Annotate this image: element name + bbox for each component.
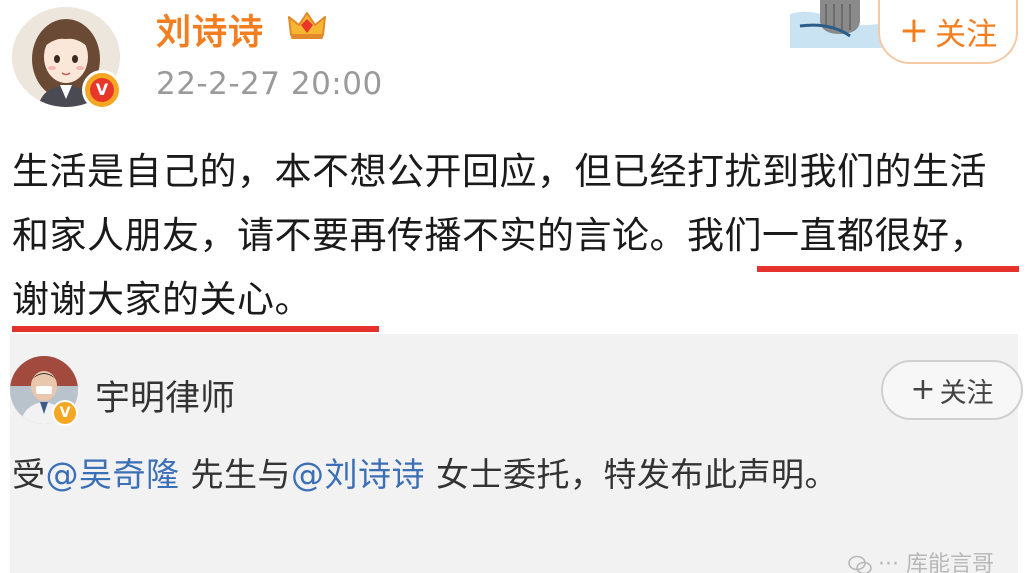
repost-author-name[interactable]: 宇明律师 <box>95 370 235 421</box>
repost-text-middle: 先生与 <box>179 455 291 494</box>
watermark-text: ··· 库能言哥 <box>878 552 994 573</box>
verified-badge-small: V <box>52 400 78 426</box>
repost-follow-label: 关注 <box>939 377 994 409</box>
mention-link-wu-qilong[interactable]: @吴奇隆 <box>46 455 180 494</box>
repost-body-text: 受@吴奇隆 先生与@刘诗诗 女士委托，特发布此声明。 <box>12 448 838 496</box>
follow-button[interactable]: + 关注 <box>878 0 1018 64</box>
plus-icon: + <box>898 10 930 51</box>
follow-button-label: 关注 <box>935 16 998 53</box>
post-author-name[interactable]: 刘诗诗 <box>156 4 264 55</box>
wechat-icon <box>848 555 872 573</box>
highlight-underline-2 <box>12 326 379 332</box>
post-body-text: 生活是自己的，本不想公开回应，但已经打扰到我们的生活和家人朋友，请不要再传播不实… <box>12 140 1022 332</box>
crown-icon <box>288 12 326 39</box>
mention-link-liu-shishi[interactable]: @刘诗诗 <box>291 455 425 494</box>
highlight-underline-1 <box>757 266 1019 272</box>
watermark: ··· 库能言哥 <box>848 546 994 573</box>
weibo-post: V 刘诗诗 22-2-27 20:00 + 关注 生活是自己的，本不想公开回应，… <box>0 0 1027 332</box>
repost-text-prefix: 受 <box>12 455 46 494</box>
repost-card[interactable]: V 宇明律师 + 关注 受@吴奇隆 先生与@刘诗诗 女士委托，特发布此声明。 ·… <box>10 334 1023 573</box>
cup-decoration-icon <box>790 0 890 48</box>
repost-text-suffix: 女士委托，特发布此声明。 <box>425 455 838 494</box>
verified-badge-label: V <box>90 78 114 102</box>
verified-badge: V <box>82 70 122 110</box>
plus-icon: + <box>910 372 936 407</box>
weibo-screenshot: V 刘诗诗 22-2-27 20:00 + 关注 生活是自己的，本不想公开回应，… <box>0 0 1027 573</box>
repost-follow-button[interactable]: + 关注 <box>881 360 1023 420</box>
post-timestamp: 22-2-27 20:00 <box>156 66 383 102</box>
